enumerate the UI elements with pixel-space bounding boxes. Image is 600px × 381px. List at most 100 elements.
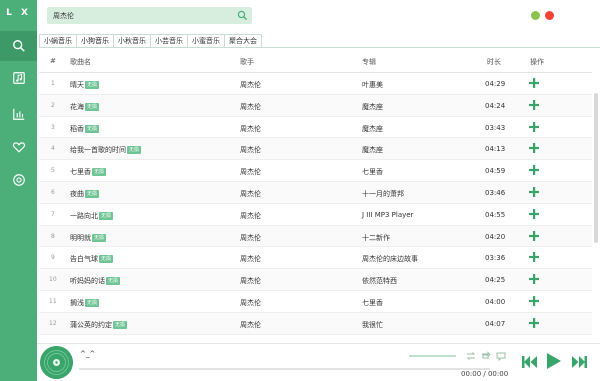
add-icon[interactable]	[528, 230, 540, 242]
list-scrollbar[interactable]	[594, 73, 598, 343]
album-name[interactable]: 叶惠美	[362, 80, 383, 90]
nav-favorites[interactable]	[0, 132, 37, 162]
next-icon[interactable]	[570, 353, 588, 371]
close-button[interactable]	[545, 11, 554, 20]
tab-source-4[interactable]: 小芸音乐	[151, 34, 188, 48]
album-name[interactable]: 周杰伦的床边故事	[362, 254, 418, 264]
artist-name[interactable]: 周杰伦	[240, 102, 261, 112]
song-duration: 04:20	[485, 232, 506, 241]
search-icon[interactable]	[237, 10, 248, 21]
album-name[interactable]: 七里香	[362, 167, 383, 177]
tab-source-2[interactable]: 小狗音乐	[77, 34, 114, 48]
table-row[interactable]: 7 一路向北 无损 周杰伦 J III MP3 Player 04:55	[39, 204, 592, 226]
shuffle-icon[interactable]	[480, 350, 492, 362]
prev-icon[interactable]	[521, 353, 539, 371]
song-name[interactable]: 蒲公英的约定 无损	[70, 320, 128, 330]
album-name[interactable]: 魔杰座	[362, 145, 383, 155]
artist-name[interactable]: 周杰伦	[240, 276, 261, 286]
artist-name[interactable]: 周杰伦	[240, 145, 261, 155]
lyrics-icon[interactable]	[495, 350, 507, 362]
table-row[interactable]: 4 给我一首歌的时间 无损 周杰伦 魔杰座 04:13	[39, 138, 592, 161]
artist-name[interactable]: 周杰伦	[240, 189, 261, 199]
repeat-icon[interactable]	[465, 350, 477, 362]
nav-songlist[interactable]	[0, 63, 37, 93]
song-name[interactable]: 给我一首歌的时间 无损	[70, 145, 142, 155]
song-name[interactable]: 搁浅 无损	[70, 298, 100, 308]
album-name[interactable]: 我很忙	[362, 320, 383, 330]
table-row[interactable]: 8 明明就 无损 周杰伦 十二新作 04:20	[39, 225, 592, 248]
artist-name[interactable]: 周杰伦	[240, 211, 261, 221]
table-row[interactable]: 6 夜曲 无损 周杰伦 十一月的萧邦 03:46	[39, 181, 592, 204]
tab-source-5[interactable]: 小蜜音乐	[188, 34, 225, 48]
album-name[interactable]: 魔杰座	[362, 124, 383, 134]
album-name[interactable]: 依然范特西	[362, 276, 397, 286]
song-duration: 04:24	[485, 101, 506, 110]
add-icon[interactable]	[528, 186, 540, 198]
minimize-button[interactable]	[531, 11, 540, 20]
song-name[interactable]: 夜曲 无损	[70, 189, 100, 199]
volume-slider[interactable]	[409, 355, 456, 357]
artist-name[interactable]: 周杰伦	[240, 233, 261, 243]
disc-icon[interactable]	[40, 346, 73, 379]
add-icon[interactable]	[528, 164, 540, 176]
table-row[interactable]: 11 搁浅 无损 周杰伦 七里香 04:00	[39, 291, 592, 313]
add-icon[interactable]	[528, 121, 540, 133]
row-index: 8	[51, 232, 55, 240]
nav-leaderboard[interactable]	[0, 99, 37, 129]
artist-name[interactable]: 周杰伦	[240, 320, 261, 330]
quality-badge: 无损	[113, 320, 128, 329]
table-row[interactable]: 10 听妈妈的话 无损 周杰伦 依然范特西 04:25	[39, 269, 592, 291]
song-name[interactable]: 稻香 无损	[70, 124, 100, 134]
album-name[interactable]: 魔杰座	[362, 102, 383, 112]
quality-badge: 无损	[99, 211, 114, 220]
nav-settings[interactable]	[0, 165, 37, 195]
song-name[interactable]: 一路向北 无损	[70, 211, 114, 221]
add-icon[interactable]	[528, 99, 540, 111]
song-name[interactable]: 晴天 无损	[70, 80, 100, 90]
song-name[interactable]: 告白气球 无损	[70, 254, 114, 264]
quality-badge: 无损	[92, 233, 107, 242]
search-input[interactable]	[53, 9, 231, 22]
table-row[interactable]: 3 稻香 无损 周杰伦 魔杰座 03:43	[39, 117, 592, 139]
tab-divider	[39, 47, 600, 48]
add-icon[interactable]	[528, 295, 540, 307]
album-name[interactable]: 七里香	[362, 298, 383, 308]
artist-name[interactable]: 周杰伦	[240, 167, 261, 177]
header-action: 操作	[530, 58, 544, 66]
tab-source-1[interactable]: 小蜗音乐	[39, 34, 77, 48]
table-row[interactable]: 5 七里香 无损 周杰伦 七里香 04:59	[39, 160, 592, 182]
album-name[interactable]: 十二新作	[362, 233, 390, 243]
add-icon[interactable]	[528, 273, 540, 285]
progress-bar[interactable]	[79, 368, 490, 370]
play-icon[interactable]	[544, 352, 562, 370]
search-icon	[12, 40, 25, 52]
tab-source-3[interactable]: 小秋音乐	[114, 34, 151, 48]
song-name[interactable]: 听妈妈的话 无损	[70, 276, 121, 286]
artist-name[interactable]: 周杰伦	[240, 124, 261, 134]
table-row[interactable]: 9 告白气球 无损 周杰伦 周杰伦的床边故事 03:36	[39, 247, 592, 270]
artist-name[interactable]: 周杰伦	[240, 298, 261, 308]
player-bar: ^_^ 00:00 / 00:00	[37, 343, 600, 381]
add-icon[interactable]	[528, 251, 540, 263]
song-name[interactable]: 花海 无损	[70, 102, 100, 112]
add-icon[interactable]	[528, 317, 540, 329]
nav-search[interactable]	[0, 31, 37, 61]
song-name[interactable]: 明明就 无损	[70, 233, 107, 243]
table-row[interactable]: 12 蒲公英的约定 无损 周杰伦 我很忙 04:07	[39, 312, 592, 335]
table-row[interactable]: 2 花海 无损 周杰伦 魔杰座 04:24	[39, 94, 592, 117]
chart-icon	[12, 108, 24, 120]
artist-name[interactable]: 周杰伦	[240, 80, 261, 90]
song-name[interactable]: 七里香 无损	[70, 167, 107, 177]
song-duration: 04:59	[485, 167, 506, 176]
scrollbar-thumb[interactable]	[594, 93, 598, 243]
song-duration: 04:07	[485, 319, 506, 328]
album-name[interactable]: 十一月的萧邦	[362, 189, 404, 199]
add-icon[interactable]	[528, 208, 540, 220]
heart-icon	[12, 142, 25, 153]
tab-source-6[interactable]: 聚合大会	[225, 34, 262, 48]
artist-name[interactable]: 周杰伦	[240, 254, 261, 264]
album-name[interactable]: J III MP3 Player	[362, 211, 413, 219]
add-icon[interactable]	[528, 142, 540, 154]
add-icon[interactable]	[528, 77, 540, 89]
table-row[interactable]: 1 晴天 无损 周杰伦 叶惠美 04:29	[39, 73, 592, 95]
